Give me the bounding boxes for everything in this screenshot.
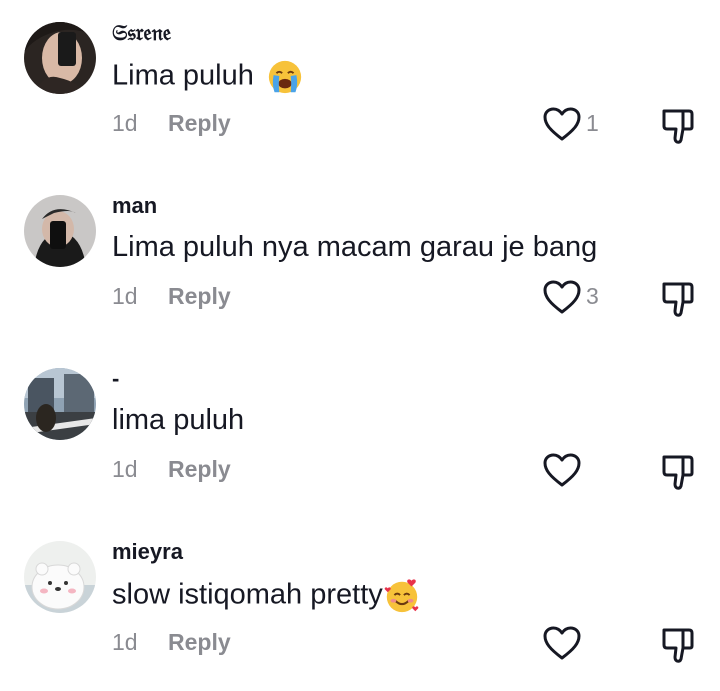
heart-icon xyxy=(543,107,581,141)
reply-button[interactable]: Reply xyxy=(168,456,231,483)
dislike-button[interactable] xyxy=(660,625,696,665)
like-button[interactable] xyxy=(542,106,582,142)
comment-item: 𝔖𝔰𝔯𝔢𝔫𝔢 Lima puluh 1d Reply 1 xyxy=(0,0,720,172)
reply-button[interactable]: Reply xyxy=(168,629,231,656)
username[interactable]: - xyxy=(112,366,119,392)
thumbs-down-icon xyxy=(662,455,694,490)
like-button[interactable] xyxy=(542,279,582,315)
heart-icon xyxy=(543,453,581,487)
timestamp: 1d xyxy=(112,456,138,482)
comment-text: lima puluh xyxy=(112,404,245,436)
timestamp: 1d xyxy=(112,110,138,136)
heart-icon xyxy=(543,626,581,660)
comment-text: Lima puluh nya macam garau je bang xyxy=(112,231,598,263)
timestamp: 1d xyxy=(112,629,138,655)
reply-button[interactable]: Reply xyxy=(168,110,231,137)
reply-button[interactable]: Reply xyxy=(168,283,231,310)
heart-icon xyxy=(543,280,581,314)
username[interactable]: mieyra xyxy=(112,539,183,565)
comment-item: - lima puluh 1d Reply xyxy=(0,346,720,518)
like-count: 1 xyxy=(586,110,599,136)
comment-item: man Lima puluh nya macam garau je bang 1… xyxy=(0,173,720,345)
thumbs-down-icon xyxy=(662,282,694,317)
dislike-button[interactable] xyxy=(660,279,696,319)
comment-text: slow istiqomah pretty xyxy=(112,577,421,615)
smiling-face-with-hearts-icon xyxy=(384,579,419,613)
avatar[interactable] xyxy=(24,195,96,267)
like-button[interactable] xyxy=(542,625,582,661)
timestamp: 1d xyxy=(112,283,138,309)
avatar[interactable] xyxy=(24,22,96,94)
username[interactable]: 𝔖𝔰𝔯𝔢𝔫𝔢 xyxy=(112,20,171,46)
thumbs-down-icon xyxy=(662,109,694,144)
dislike-button[interactable] xyxy=(660,106,696,146)
like-button[interactable] xyxy=(542,452,582,488)
avatar[interactable] xyxy=(24,541,96,613)
dislike-button[interactable] xyxy=(660,452,696,492)
comment-item: mieyra slow istiqomah pretty 1d Reply xyxy=(0,519,720,691)
comment-text: Lima puluh xyxy=(112,58,304,96)
avatar[interactable] xyxy=(24,368,96,440)
like-count: 3 xyxy=(586,283,599,309)
loudly-crying-face-icon xyxy=(268,60,302,94)
username[interactable]: man xyxy=(112,193,157,219)
thumbs-down-icon xyxy=(662,628,694,663)
